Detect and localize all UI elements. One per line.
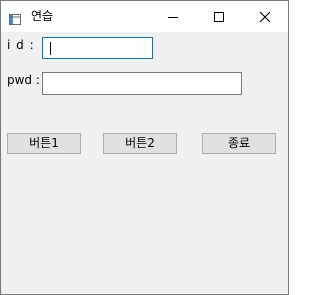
maximize-button[interactable] <box>196 1 242 32</box>
minimize-icon <box>168 17 178 18</box>
id-label: i d : <box>7 38 35 52</box>
exit-button[interactable]: 종료 <box>202 133 276 154</box>
id-input[interactable] <box>42 37 153 59</box>
close-icon <box>259 11 271 23</box>
app-icon <box>9 10 21 25</box>
text-caret <box>50 42 51 55</box>
close-button[interactable] <box>242 1 288 32</box>
window-title: 연습 <box>31 9 54 23</box>
app-window: 연습 i d : pwd : 버튼1 버튼2 종료 <box>0 0 289 295</box>
title-bar[interactable]: 연습 <box>1 1 288 32</box>
pwd-label: pwd : <box>7 73 40 87</box>
button1[interactable]: 버튼1 <box>7 133 81 154</box>
maximize-icon <box>214 12 224 22</box>
button2[interactable]: 버튼2 <box>103 133 177 154</box>
pwd-input[interactable] <box>42 72 242 95</box>
minimize-button[interactable] <box>150 1 196 32</box>
